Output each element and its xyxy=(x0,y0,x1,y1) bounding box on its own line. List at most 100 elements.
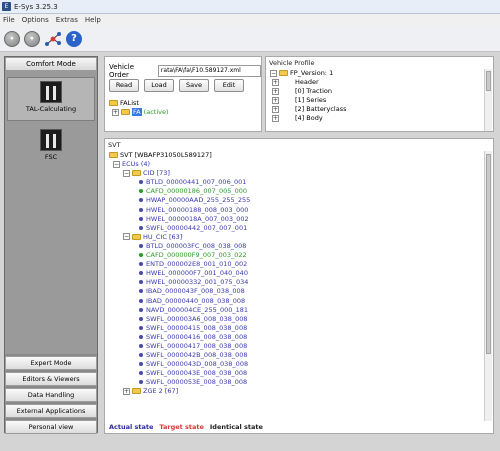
comfort-mode-panel: TAL-Calculating FSC xyxy=(5,71,97,354)
expand-icon[interactable]: + xyxy=(272,87,279,95)
svt-item[interactable]: SWFL_00000442_007_007_001 xyxy=(109,224,479,233)
svt-item[interactable]: HWEL_000000F7_001_040_040 xyxy=(109,269,479,278)
help-icon[interactable]: ? xyxy=(66,30,82,47)
svt-item[interactable]: SWFL_00000416_008_038_008 xyxy=(109,333,479,342)
folder-icon xyxy=(109,152,118,158)
status-dot-icon xyxy=(139,271,143,276)
svt-item[interactable]: SWFL_0000042B_008_038_008 xyxy=(109,351,479,360)
ecu-group-node[interactable]: − CID [73] xyxy=(109,169,479,178)
svt-item[interactable]: SWFL_00000417_008_038_008 xyxy=(109,342,479,351)
personal-view-button[interactable]: Personal view xyxy=(5,420,97,434)
fsc-icon[interactable] xyxy=(40,129,62,151)
expert-mode-button[interactable]: Expert Mode xyxy=(5,356,97,370)
svt-item[interactable]: HWEL_00000188_008_003_000 xyxy=(109,206,479,215)
expand-icon[interactable]: + xyxy=(123,387,130,395)
svt-item[interactable]: SWFL_000003A6_008_038_008 xyxy=(109,315,479,324)
read-button[interactable]: Read xyxy=(109,79,139,92)
status-dot-icon xyxy=(139,198,143,203)
expand-icon[interactable]: + xyxy=(272,78,279,86)
vehicle-profile-tree: − FP_Version: 1 + Header + [0] Traction + [1… xyxy=(270,69,346,124)
connect-button[interactable]: ∙ xyxy=(4,30,20,47)
fa-active-node[interactable]: + FA (active) xyxy=(109,108,169,117)
fp-version-node[interactable]: − FP_Version: 1 xyxy=(270,69,346,78)
status-dot-icon xyxy=(139,380,143,385)
ecu-group-node[interactable]: + ZGE 2 [67] xyxy=(109,387,479,396)
collapse-icon[interactable]: − xyxy=(123,169,130,177)
profile-item-series[interactable]: + [1] Series xyxy=(270,96,346,105)
scrollbar-thumb[interactable] xyxy=(486,71,491,91)
status-dot-icon xyxy=(139,343,143,348)
profile-item-header[interactable]: + Header xyxy=(270,78,346,87)
menu-help[interactable]: Help xyxy=(85,16,101,24)
vehicle-order-file-field[interactable]: rata\FA\fa\F10.589127.xml xyxy=(157,65,261,77)
editors-viewers-button[interactable]: Editors & Viewers xyxy=(5,372,97,386)
profile-item-batteryclass[interactable]: + [2] Batteryclass xyxy=(270,105,346,114)
svt-item[interactable]: ENTD_000002E8_001_010_002 xyxy=(109,260,479,269)
data-handling-button[interactable]: Data Handling xyxy=(5,388,97,402)
status-dot-icon xyxy=(139,289,143,294)
profile-item-body[interactable]: + [4] Body xyxy=(270,114,346,123)
svt-item[interactable]: HWEL_00000332_001_075_034 xyxy=(109,278,479,287)
folder-icon xyxy=(132,170,141,177)
scrollbar-thumb[interactable] xyxy=(486,154,491,354)
svt-item[interactable]: BTLD_00000441_007_006_001 xyxy=(109,178,479,187)
folder-icon xyxy=(121,109,130,116)
ecus-node[interactable]: − ECUs (4) xyxy=(109,160,479,169)
svt-item[interactable]: CAFD_00000186_007_005_000 xyxy=(109,187,479,196)
svt-item[interactable]: HWEL_0000018A_007_003_002 xyxy=(109,215,479,224)
folder-icon xyxy=(132,388,141,395)
collapse-icon[interactable]: − xyxy=(270,69,277,77)
network-icon[interactable] xyxy=(44,30,62,48)
vehicle-profile-scrollbar[interactable] xyxy=(484,69,492,131)
svt-item[interactable]: IBAD_00000440_008_038_008 xyxy=(109,297,479,306)
fa-tree: FAList + FA (active) xyxy=(109,99,169,117)
status-dot-icon xyxy=(139,307,143,312)
svt-scrollbar[interactable] xyxy=(484,151,492,421)
status-dot-icon xyxy=(139,216,143,221)
svt-item[interactable]: IBAD_0000043F_008_038_008 xyxy=(109,287,479,296)
menu-file[interactable]: File xyxy=(3,16,15,24)
folder-icon xyxy=(132,233,141,240)
svt-root-node[interactable]: SVT [WBAFP31050L589127] xyxy=(109,151,479,160)
external-applications-button[interactable]: External Applications xyxy=(5,404,97,418)
load-button[interactable]: Load xyxy=(144,79,174,92)
status-dot-icon xyxy=(139,207,143,212)
toolbar: ∙ ∙ ? xyxy=(0,26,500,52)
svt-item[interactable]: SWFL_0000053E_008_038_008 xyxy=(109,378,479,387)
fa-list-node[interactable]: FAList xyxy=(109,99,169,108)
status-dot-icon xyxy=(139,189,143,194)
expand-icon[interactable]: + xyxy=(112,108,119,116)
legend-actual-state: Actual state xyxy=(109,423,154,431)
expand-icon[interactable]: + xyxy=(272,114,279,122)
expand-icon[interactable]: + xyxy=(272,96,279,104)
tal-calculating-label[interactable]: TAL-Calculating xyxy=(5,105,97,113)
svt-item[interactable]: HWAP_00000AAD_255_255_255 xyxy=(109,196,479,205)
status-dot-icon xyxy=(139,298,143,303)
collapse-icon[interactable]: − xyxy=(123,233,130,241)
svt-panel: SVT SVT [WBAFP31050L589127] − ECUs (4) − C… xyxy=(104,138,494,434)
legend-target-state: Target state xyxy=(159,423,204,431)
collapse-icon[interactable]: − xyxy=(113,160,120,168)
vehicle-profile-panel: Vehicle Profile − FP_Version: 1 + Header +… xyxy=(265,56,494,132)
folder-icon xyxy=(109,100,118,106)
comfort-mode-header[interactable]: Comfort Mode xyxy=(5,57,97,71)
svt-item[interactable]: BTLD_000003FC_008_038_008 xyxy=(109,242,479,251)
tal-calculating-icon[interactable] xyxy=(40,81,62,103)
profile-item-traction[interactable]: + [0] Traction xyxy=(270,87,346,96)
status-dot-icon xyxy=(139,225,143,230)
svt-item[interactable]: SWFL_00000415_008_038_008 xyxy=(109,324,479,333)
menu-options[interactable]: Options xyxy=(22,16,49,24)
save-button[interactable]: Save xyxy=(179,79,209,92)
fsc-label[interactable]: FSC xyxy=(5,153,97,161)
menu-extras[interactable]: Extras xyxy=(56,16,78,24)
svt-tree: SVT [WBAFP31050L589127] − ECUs (4) − CID [… xyxy=(109,151,479,397)
svt-item[interactable]: SWFL_0000043E_008_038_008 xyxy=(109,369,479,378)
svt-item[interactable]: SWFL_0000043D_008_038_008 xyxy=(109,360,479,369)
legend-identical-state: Identical state xyxy=(209,423,263,431)
edit-button[interactable]: Edit xyxy=(214,79,244,92)
ecu-group-node[interactable]: − HU_CIC [63] xyxy=(109,233,479,242)
svt-item[interactable]: NAVD_000004CE_255_000_181 xyxy=(109,306,479,315)
expand-icon[interactable]: + xyxy=(272,105,279,113)
disconnect-button[interactable]: ∙ xyxy=(24,30,40,47)
svt-item[interactable]: CAFD_000000F9_007_003_022 xyxy=(109,251,479,260)
